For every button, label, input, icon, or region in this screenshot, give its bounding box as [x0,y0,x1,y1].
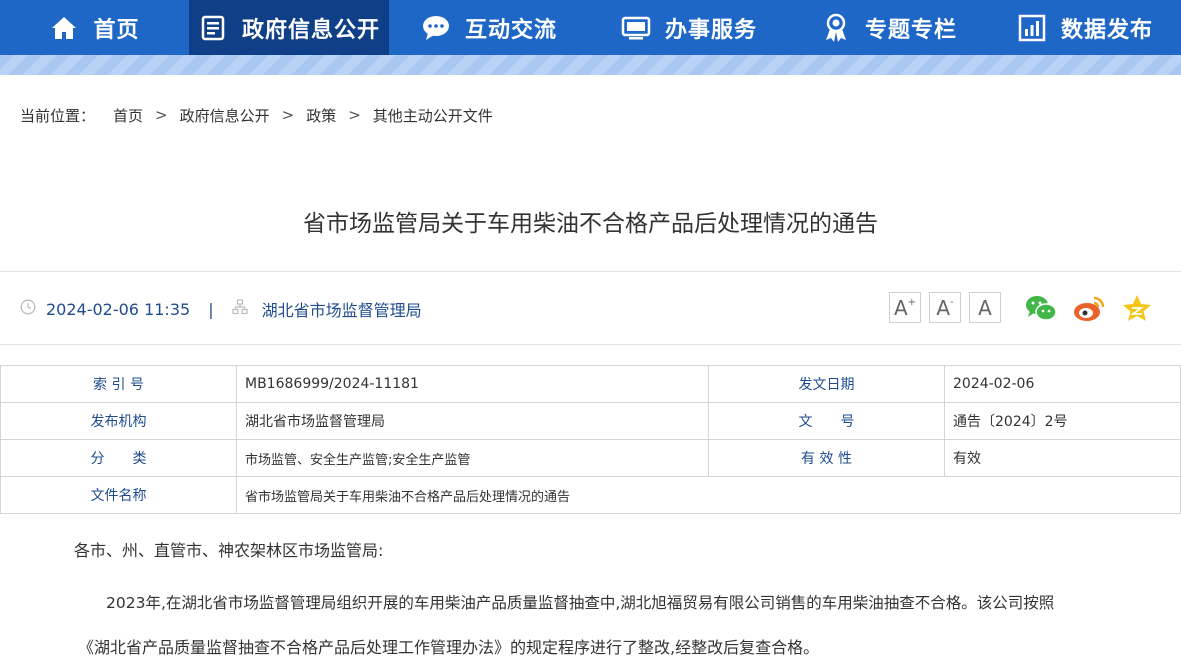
weibo-icon[interactable] [1072,291,1106,325]
award-ribbon-icon [821,13,851,43]
nav-item-interaction[interactable]: 互动交流 [389,0,589,55]
breadcrumb-lead: 当前位置： [20,106,96,125]
table-row: 发布机构 湖北省市场监督管理局 文 号 通告〔2024〕2号 [0,402,1181,440]
docno-label: 文 号 [708,402,945,440]
article-meta: 2024-02-06 11:35 | 湖北省市场监督管理局 [20,298,422,320]
index-label: 索 引 号 [0,365,237,403]
nav-label: 专题专栏 [864,17,957,43]
favorite-star-icon[interactable] [1120,291,1154,325]
font-decrease-button[interactable]: A- [929,292,961,323]
category-value: 市场监管、安全生产监管;安全生产监管 [236,439,709,477]
paragraph-line: 《湖北省产品质量监督抽查不合格产品后处理工作管理办法》的规定程序进行了整改,经整… [78,638,820,657]
docno-value: 通告〔2024〕2号 [944,402,1181,440]
nav-item-data[interactable]: 数据发布 [989,0,1181,55]
category-label: 分 类 [0,439,237,477]
bar-chart-icon [1017,13,1047,43]
nav-item-topics[interactable]: 专题专栏 [789,0,989,55]
index-value: MB1686999/2024-11181 [236,365,709,403]
publisher-name: 湖北省市场监督管理局 [261,301,422,320]
top-navigation: 首页 政府信息公开 互动交流 办事服务 专题专栏 数据发布 [0,0,1181,55]
nav-item-home[interactable]: 首页 [0,0,189,55]
date-value: 2024-02-06 [944,365,1181,403]
document-info-table: 索 引 号 MB1686999/2024-11181 发文日期 2024-02-… [0,365,1181,514]
breadcrumb-separator: > [155,106,168,124]
publisher-value: 湖北省市场监督管理局 [236,402,709,440]
breadcrumb-separator: > [348,106,361,124]
breadcrumb-item-other-files[interactable]: 其他主动公开文件 [373,105,493,126]
salutation: 各市、州、直管市、神农架林区市场监管局: [74,541,384,560]
publisher-label: 发布机构 [0,402,237,440]
validity-value: 有效 [944,439,1181,477]
font-reset-button[interactable]: A [969,292,1001,323]
document-list-icon [198,13,228,43]
organization-icon [231,299,248,319]
divider [0,271,1181,272]
nav-label: 互动交流 [464,17,557,43]
table-row: 分 类 市场监管、安全生产监管;安全生产监管 有 效 性 有效 [0,439,1181,477]
header-decorative-stripe [0,55,1181,75]
page-title: 省市场监管局关于车用柴油不合格产品后处理情况的通告 [303,211,878,237]
publish-datetime: 2024-02-06 11:35 [46,299,191,319]
monitor-icon [621,13,651,43]
breadcrumb-item-policy[interactable]: 政策 [306,105,336,126]
validity-label: 有 效 性 [708,439,945,477]
date-label: 发文日期 [708,365,945,403]
meta-separator: | [208,299,214,319]
font-increase-button[interactable]: A + [889,292,921,323]
breadcrumb-item-home[interactable]: 首页 [113,105,143,126]
nav-label: 办事服务 [664,17,757,43]
paragraph-line: 2023年,在湖北省市场监督管理局组织开展的车用柴油产品质量监督抽查中,湖北旭福… [106,594,1055,612]
nav-label: 政府信息公开 [241,17,380,43]
nav-item-gov-info[interactable]: 政府信息公开 [189,0,389,55]
wechat-icon[interactable] [1024,291,1058,325]
breadcrumb-item-gov-info[interactable]: 政府信息公开 [180,105,270,126]
nav-label: 首页 [93,17,140,43]
filename-label: 文件名称 [0,476,237,514]
table-row: 索 引 号 MB1686999/2024-11181 发文日期 2024-02-… [0,365,1181,403]
chat-bubble-icon [421,13,451,43]
table-row: 文件名称 省市场监管局关于车用柴油不合格产品后处理情况的通告 [0,476,1181,514]
divider [0,344,1181,345]
breadcrumb: 当前位置： 首页 > 政府信息公开 > 政策 > 其他主动公开文件 [20,105,493,125]
nav-item-services[interactable]: 办事服务 [589,0,789,55]
home-icon [49,13,79,43]
clock-icon [20,299,36,319]
breadcrumb-separator: > [281,106,295,124]
nav-label: 数据发布 [1060,17,1153,43]
filename-value: 省市场监管局关于车用柴油不合格产品后处理情况的通告 [236,476,1181,514]
